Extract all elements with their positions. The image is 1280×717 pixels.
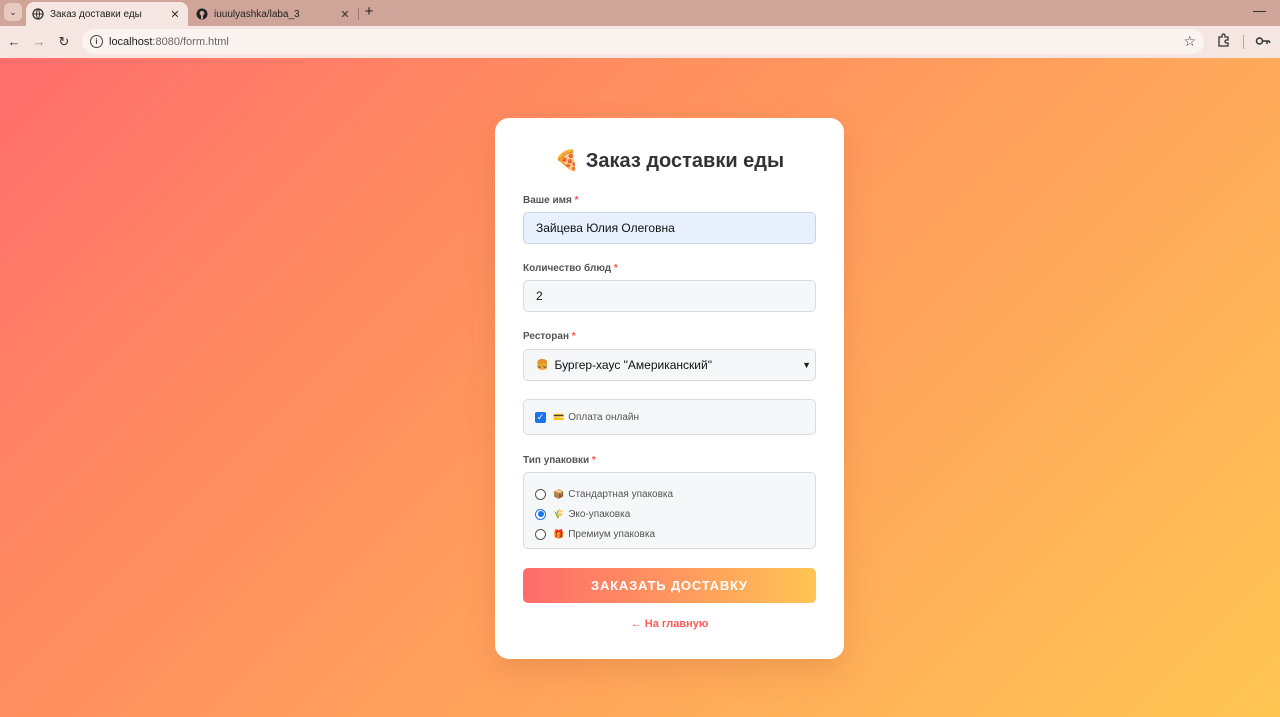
- globe-icon: [32, 8, 44, 20]
- back-icon[interactable]: ←: [6, 34, 22, 50]
- quantity-label: Количество блюд *: [523, 263, 618, 274]
- restaurant-label: Ресторан *: [523, 331, 576, 342]
- back-to-home-link[interactable]: ← На главную: [495, 618, 844, 630]
- close-tab-icon[interactable]: ✕: [168, 8, 182, 21]
- packaging-option-eco[interactable]: 🌾 Эко-упаковка: [535, 504, 815, 524]
- packaging-option-standard[interactable]: 📦 Стандартная упаковка: [535, 484, 815, 504]
- packaging-label: Тип упаковки *: [523, 455, 596, 466]
- extensions-icon[interactable]: [1217, 33, 1231, 47]
- chevron-down-icon: ▼: [802, 360, 811, 370]
- forward-icon[interactable]: →: [31, 34, 47, 50]
- packaging-radio-group: 📦 Стандартная упаковка 🌾 Эко-упаковка 🎁 …: [523, 472, 816, 549]
- toolbar-divider: [1243, 35, 1244, 49]
- page-background: 🍕 Заказ доставки еды Ваше имя * Зайцева Ю…: [0, 58, 1280, 717]
- tab-title: iuuulyashka/laba_3: [214, 8, 300, 20]
- address-bar[interactable]: i localhost:8080/form.html ☆: [82, 29, 1204, 54]
- credit-card-icon: 💳: [553, 411, 565, 422]
- close-tab-icon[interactable]: ✕: [338, 8, 352, 21]
- browser-toolbar: ← → ↻ i localhost:8080/form.html ☆: [0, 26, 1280, 58]
- tab-search-icon[interactable]: ⌄: [4, 3, 22, 21]
- github-icon: [196, 8, 208, 20]
- quantity-input[interactable]: 2: [523, 280, 816, 312]
- name-input[interactable]: Зайцева Юлия Олеговна: [523, 212, 816, 244]
- tab-divider: [358, 8, 359, 20]
- bookmark-star-icon[interactable]: ☆: [1183, 33, 1196, 50]
- order-form-card: 🍕 Заказ доставки еды Ваше имя * Зайцева Ю…: [495, 118, 844, 659]
- packaging-option-premium[interactable]: 🎁 Премиум упаковка: [535, 524, 815, 544]
- reload-icon[interactable]: ↻: [56, 34, 72, 50]
- passwords-key-icon[interactable]: [1255, 34, 1271, 48]
- online-payment-checkbox[interactable]: ✓: [535, 411, 546, 423]
- pizza-icon: 🍕: [554, 150, 580, 172]
- minimize-icon[interactable]: —: [1253, 3, 1266, 18]
- form-title: 🍕 Заказ доставки еды: [554, 150, 785, 172]
- tab-github[interactable]: iuuulyashka/laba_3 ✕: [190, 2, 358, 26]
- site-info-icon[interactable]: i: [90, 35, 103, 48]
- name-label: Ваше имя *: [523, 195, 579, 206]
- wheat-icon: 🌾: [553, 508, 565, 519]
- tab-food-order[interactable]: Заказ доставки еды ✕: [26, 2, 188, 26]
- url-text: localhost:8080/form.html: [109, 35, 229, 48]
- order-delivery-button[interactable]: ЗАКАЗАТЬ ДОСТАВКУ: [523, 568, 816, 603]
- radio-premium[interactable]: [535, 528, 546, 540]
- restaurant-select[interactable]: 🍔 Бургер-хаус "Американский" ▼: [523, 349, 816, 381]
- burger-icon: 🍔: [536, 359, 549, 371]
- radio-eco[interactable]: [535, 508, 546, 520]
- online-payment-label: Оплата онлайн: [568, 411, 639, 423]
- gift-icon: 🎁: [553, 528, 565, 539]
- tab-title: Заказ доставки еды: [50, 8, 142, 20]
- new-tab-icon[interactable]: +: [362, 4, 376, 20]
- radio-standard[interactable]: [535, 488, 546, 500]
- online-payment-option[interactable]: ✓ 💳 Оплата онлайн: [523, 399, 816, 435]
- tab-strip: ⌄ Заказ доставки еды ✕ iuuulyashka/laba_…: [0, 0, 1280, 26]
- box-icon: 📦: [553, 488, 565, 499]
